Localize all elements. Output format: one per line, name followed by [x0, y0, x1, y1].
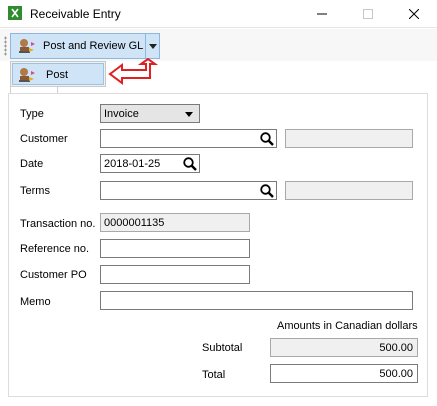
subtotal-field: 500.00 — [270, 338, 418, 357]
reference-no-label: Reference no. — [20, 243, 90, 255]
minimize-button[interactable] — [299, 0, 345, 28]
post-and-review-split-button[interactable]: Post and Review GL — [10, 33, 160, 59]
customer-label: Customer — [20, 133, 68, 145]
date-label: Date — [20, 158, 44, 170]
minimize-icon — [317, 13, 327, 15]
close-button[interactable] — [391, 0, 437, 28]
chevron-down-icon — [149, 44, 157, 49]
memo-label: Memo — [20, 296, 51, 308]
terms-description-field — [285, 181, 413, 200]
customer-name-field — [285, 129, 413, 148]
type-select[interactable]: Invoice — [100, 104, 200, 123]
post-stamp-icon — [19, 68, 35, 82]
search-icon[interactable] — [259, 183, 275, 199]
search-icon[interactable] — [182, 156, 198, 172]
transaction-no-label: Transaction no. — [20, 218, 96, 230]
customer-po-label: Customer PO — [20, 269, 87, 281]
maximize-icon — [363, 9, 373, 19]
menu-item-post[interactable]: Post — [12, 63, 104, 85]
type-select-value: Invoice — [104, 108, 139, 120]
date-value: 2018-01-25 — [104, 158, 161, 170]
customer-input[interactable] — [100, 129, 277, 148]
post-and-review-button[interactable]: Post and Review GL — [11, 34, 144, 58]
reference-no-input[interactable] — [100, 239, 250, 258]
menu-item-post-label: Post — [46, 69, 69, 81]
transaction-no-value: 0000001135 — [104, 217, 165, 229]
post-stamp-icon — [19, 39, 35, 53]
total-value: 500.00 — [379, 368, 413, 380]
currency-note: Amounts in Canadian dollars — [277, 320, 418, 332]
search-icon[interactable] — [259, 131, 275, 147]
title-bar: Receivable Entry — [0, 0, 437, 28]
date-input[interactable]: 2018-01-25 — [100, 154, 200, 173]
customer-po-input[interactable] — [100, 265, 250, 284]
chevron-down-icon — [185, 112, 193, 117]
app-icon — [8, 6, 22, 20]
toolbar-grip[interactable] — [4, 36, 7, 56]
terms-label: Terms — [20, 185, 50, 197]
terms-input[interactable] — [100, 181, 277, 200]
maximize-button[interactable] — [345, 0, 391, 28]
subtotal-label: Subtotal — [202, 342, 243, 354]
type-label: Type — [20, 108, 44, 120]
total-label: Total — [202, 369, 226, 381]
memo-input[interactable] — [100, 291, 413, 310]
transaction-no-field: 0000001135 — [100, 213, 250, 232]
post-and-review-label: Post and Review GL — [43, 40, 144, 52]
red-arrow-icon — [108, 58, 159, 85]
window-title: Receivable Entry — [30, 7, 121, 21]
split-dropdown-menu: Post — [10, 61, 106, 87]
total-field[interactable]: 500.00 — [270, 364, 418, 383]
subtotal-value: 500.00 — [379, 342, 413, 354]
close-icon — [409, 9, 419, 19]
split-dropdown-button[interactable] — [146, 34, 160, 58]
